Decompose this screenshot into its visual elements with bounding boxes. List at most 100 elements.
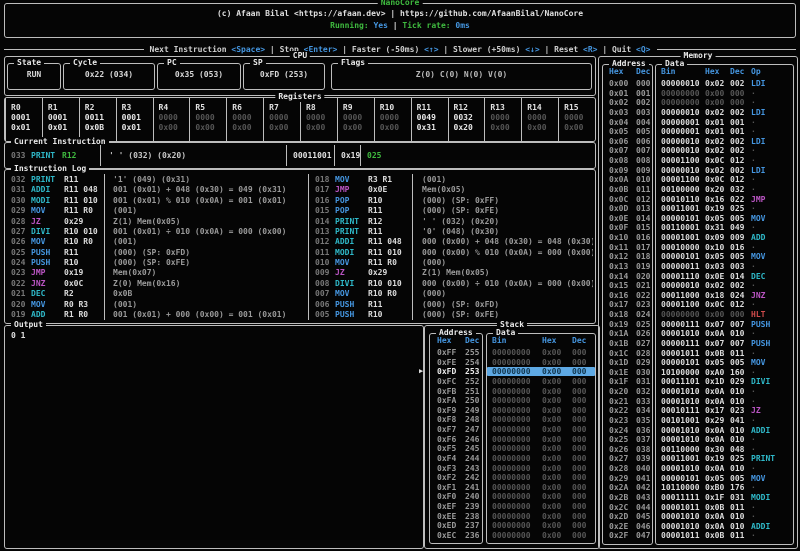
- data-dec: 005: [730, 358, 751, 367]
- stack-address-row: ▶0xFD253: [430, 367, 482, 376]
- address-hex: 0x2A: [609, 483, 636, 492]
- data-hex: 0x00: [542, 473, 572, 482]
- register-hex-value: 0x00: [527, 123, 558, 133]
- data-hex: 0x0C: [705, 175, 730, 184]
- data-bin: 00001010: [661, 512, 705, 521]
- data-dec: 176: [730, 483, 751, 492]
- data-bin: 00011000: [661, 291, 705, 300]
- data-opcode: ADDI: [751, 426, 793, 435]
- memory-data-row: 000100000x10016·: [656, 243, 793, 252]
- log-line-number: 023: [11, 268, 31, 277]
- address-hex: 0x2D: [609, 512, 636, 521]
- data-bin: 00000000: [492, 483, 542, 492]
- address-dec: 244: [465, 454, 479, 463]
- data-bin: 00000011: [661, 262, 705, 271]
- data-dec: 002: [730, 108, 751, 117]
- log-args: R10 010: [368, 279, 413, 288]
- control-slower-50ms[interactable]: Slower (+50ms) <↓>: [453, 45, 540, 54]
- address-dec: 005: [636, 127, 650, 136]
- data-opcode: ·: [751, 243, 793, 252]
- log-line-number: 009: [315, 268, 335, 277]
- data-bin: 00001010: [661, 397, 705, 406]
- register-name: R3: [122, 102, 153, 113]
- register-name: R12: [454, 102, 485, 113]
- data-dec: 023: [730, 406, 751, 415]
- register-dec-value: 0000: [306, 113, 337, 123]
- register-name: R10: [380, 102, 411, 113]
- data-hex: 0x0A: [705, 329, 730, 338]
- register-hex-value: 0x00: [343, 123, 374, 133]
- log-args: R11 010: [64, 196, 104, 205]
- log-entry: 020MOVR0 R3(001): [5, 300, 308, 309]
- data-dec: 000: [572, 454, 586, 463]
- data-bin: 00000000: [492, 435, 542, 444]
- memory-address-row: 0x1C028: [603, 349, 652, 358]
- memory-data-row: 000011000x0C012·: [656, 300, 793, 309]
- register-dec-value: 0000: [527, 113, 558, 123]
- data-dec: 000: [572, 502, 586, 511]
- control-quit[interactable]: Quit <Q>: [612, 45, 651, 54]
- address-dec: 042: [636, 483, 650, 492]
- data-opcode: ·: [751, 156, 793, 165]
- address-hex: 0xEF: [437, 502, 465, 511]
- control-reset[interactable]: Reset <R>: [554, 45, 597, 54]
- data-bin: 00000000: [492, 367, 542, 376]
- data-hex: 0x0A: [705, 522, 730, 531]
- data-hex: 0x18: [705, 291, 730, 300]
- data-opcode: LDI: [751, 137, 793, 146]
- memory-data-row: 101000000xA0160·: [656, 368, 793, 377]
- register-dec-value: 0000: [490, 113, 521, 123]
- register-hex-value: 0x00: [195, 123, 226, 133]
- memory-data-row: 000000100x02002LDI: [656, 79, 793, 88]
- data-dec: 000: [730, 310, 751, 319]
- control-faster-50ms[interactable]: Faster (-50ms) <↑>: [352, 45, 439, 54]
- data-bin: 00001010: [661, 387, 705, 396]
- address-dec: 023: [636, 300, 650, 309]
- log-args: 0x0E: [368, 185, 413, 194]
- address-hex: 0x0F: [609, 223, 636, 232]
- data-hex: 0x05: [705, 474, 730, 483]
- log-args: R11: [64, 175, 104, 184]
- log-detail: 000 (0x00) ÷ 010 (0x0A) = 000 (0x00): [413, 279, 593, 288]
- data-dec: 010: [730, 329, 751, 338]
- register-hex-value: 0x00: [380, 123, 411, 133]
- log-entry: 031ADDIR11 048001 (0x01) + 048 (0x30) = …: [5, 185, 308, 194]
- stack-data-row: 000000000x00000: [487, 387, 595, 396]
- stack-data-row: 000000000x00000: [487, 521, 595, 530]
- memory-data-row: 000010100x0A010·: [656, 387, 793, 396]
- address-dec: 047: [636, 531, 650, 540]
- data-opcode: MOV: [751, 474, 793, 483]
- memory-data-row: 000101100x16022JMP: [656, 195, 793, 204]
- log-entry: 030MODIR11 010001 (0x01) % 010 (0x0A) = …: [5, 196, 308, 205]
- data-hex: 0x19: [705, 454, 730, 463]
- stack-address-row: 0xEF239: [430, 502, 482, 511]
- address-dec: 243: [465, 464, 479, 473]
- address-hex: 0x02: [609, 98, 636, 107]
- data-dec: 016: [730, 243, 751, 252]
- data-bin: 00010000: [661, 243, 705, 252]
- address-hex: 0x17: [609, 300, 636, 309]
- memory-address-row: 0x08008: [603, 156, 652, 165]
- data-dec: 000: [572, 425, 586, 434]
- address-dec: 016: [636, 233, 650, 242]
- address-dec: 007: [636, 146, 650, 155]
- data-hex: 0x0C: [705, 300, 730, 309]
- register-r8: R800000x00: [300, 98, 337, 141]
- log-detail: ' ' (032) (0x20): [413, 217, 593, 226]
- data-opcode: JZ: [751, 406, 793, 415]
- data-hex: 0x02: [705, 146, 730, 155]
- control-next-instruction[interactable]: Next Instruction <Space>: [150, 45, 266, 54]
- log-detail: (000) (SP: 0xFD): [104, 248, 308, 257]
- address-dec: 242: [465, 473, 479, 482]
- address-hex: 0x24: [609, 426, 636, 435]
- address-dec: 017: [636, 243, 650, 252]
- memory-address-row: 0x2B043: [603, 493, 652, 502]
- stack-data-row: 000000000x00000: [487, 415, 595, 424]
- address-hex: 0x27: [609, 454, 636, 463]
- data-hex: 0x00: [542, 435, 572, 444]
- data-dec: 010: [730, 512, 751, 521]
- data-dec: 025: [730, 454, 751, 463]
- memory-data-row: 000010100x0A010·: [656, 512, 793, 521]
- output-panel: Output 0 1: [4, 325, 424, 549]
- memory-address-row: 0x1B027: [603, 339, 652, 348]
